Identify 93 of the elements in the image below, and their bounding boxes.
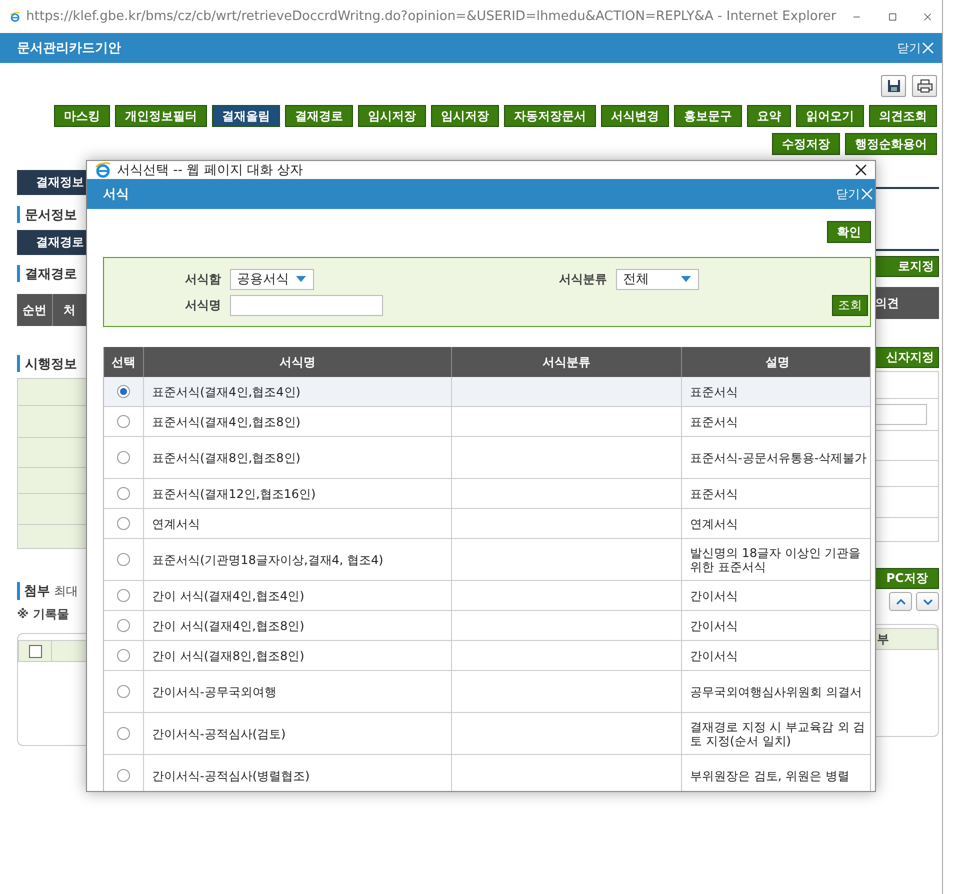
radio-button[interactable]: [117, 649, 130, 662]
browser-title: https://klef.gbe.kr/bms/cz/cb/wrt/retrieveDoccrdWritng.do?opinion=&USERID=lhmedu&ACTION=REPLY&A - Internet Explorer: [26, 9, 836, 24]
move-down-button[interactable]: [916, 592, 939, 611]
radio-button[interactable]: [117, 487, 130, 500]
field-label: 서식명: [185, 296, 222, 314]
radio-button[interactable]: [117, 451, 130, 464]
table-cell: 표준서식: [690, 384, 738, 398]
dialog-heading: 서식: [103, 186, 129, 203]
column-header: 부: [877, 630, 889, 648]
table-cell: 간이 서식(결재4인,협조8인): [152, 618, 304, 632]
move-up-button[interactable]: [889, 592, 912, 611]
column-header: 순번: [17, 294, 52, 326]
table-cell: 표준서식(기관명18글자이상,결재4, 협조4): [152, 552, 384, 566]
dialog-title: 서식선택 -- 웹 페이지 대화 상자: [117, 162, 304, 179]
table-cell: 표준서식: [690, 414, 738, 428]
chevron-up-icon: [896, 598, 906, 604]
panel-tab[interactable]: 결재정보: [17, 170, 86, 195]
table-cell: 간이서식: [690, 648, 738, 662]
table-cell: 간이서식-공적심사(검토): [152, 726, 286, 740]
close-icon: [861, 188, 873, 200]
toolbar-button[interactable]: 행정순화용어: [845, 133, 937, 155]
form-name-field[interactable]: [230, 294, 383, 316]
toolbar-button[interactable]: 결재올림: [212, 105, 280, 127]
search-button[interactable]: 조회: [832, 294, 868, 316]
field-label: 서식분류: [559, 270, 608, 288]
column-header: 선택: [110, 354, 136, 370]
table-cell: 연계서식: [690, 516, 738, 530]
printer-icon: [916, 79, 932, 93]
table-cell-text: 발신명의 18글자 이상인 기관을 위한 표준서식: [690, 546, 862, 574]
radio-button[interactable]: [117, 727, 130, 740]
radio-button[interactable]: [117, 685, 130, 698]
chevron-down-icon: [922, 598, 932, 604]
field-label: 서식함: [185, 270, 222, 288]
radio-button[interactable]: [117, 589, 130, 602]
radio-button[interactable]: [117, 619, 130, 632]
category-select[interactable]: 전체: [616, 268, 699, 290]
table-cell: 표준서식(결재12인,협조16인): [152, 486, 316, 500]
toolbar-button[interactable]: 임시저장: [431, 105, 499, 127]
table-cell: 연계서식: [152, 516, 200, 530]
attachment-note: 최대: [54, 583, 78, 600]
toolbar-button[interactable]: 수정저장: [772, 133, 840, 155]
radio-button[interactable]: [117, 415, 130, 428]
close-icon: [922, 42, 934, 54]
confirm-button[interactable]: 확인: [827, 221, 871, 243]
radio-button[interactable]: [117, 517, 130, 530]
toolbar-button[interactable]: 홍보문구: [674, 105, 742, 127]
table-cell: 표준서식(결재4인,협조4인): [152, 384, 300, 398]
table-cell: 간이서식: [690, 618, 738, 632]
table-cell: 표준서식-공문서유통용-삭제불가: [690, 450, 867, 464]
table-cell: 간이 서식(결재8인,협조8인): [152, 648, 304, 662]
record-note: ※ 기록물: [17, 606, 69, 623]
panel-tab[interactable]: 결재경로: [17, 230, 86, 255]
browser-logo-icon: [95, 162, 111, 178]
dropdown-caret-icon: [680, 275, 692, 283]
input-field[interactable]: [875, 404, 927, 425]
toolbar-button[interactable]: 의견조회: [869, 105, 937, 127]
table-cell: 공무국외여행심사위원회 의결서: [690, 684, 862, 698]
toolbar-button[interactable]: 서식변경: [601, 105, 669, 127]
table-cell: 표준서식(결재4인,협조8인): [152, 414, 300, 428]
print-button[interactable]: [912, 75, 937, 97]
table-cell: 간이서식: [690, 588, 738, 602]
table-cell: 부위원장은 검토, 위원은 병렬: [690, 768, 850, 782]
save-button[interactable]: [881, 75, 906, 97]
close-button[interactable]: [853, 162, 869, 178]
close-link[interactable]: 닫기: [897, 40, 934, 56]
column-header: 의견: [875, 294, 900, 312]
table-cell: 간이서식-공무국외여행: [152, 684, 276, 698]
toolbar-button[interactable]: 요약: [747, 105, 791, 127]
section-title: 첨부: [17, 582, 50, 600]
toolbar-button[interactable]: 결재경로: [285, 105, 353, 127]
radio-button[interactable]: [117, 769, 130, 782]
toolbar-button[interactable]: 개인정보필터: [115, 105, 207, 127]
close-link[interactable]: 닫기: [836, 186, 873, 202]
close-icon: [855, 164, 867, 176]
column-header: 처: [62, 302, 76, 318]
toolbar-button[interactable]: 자동저장문서: [504, 105, 596, 127]
select-all-checkbox[interactable]: [28, 644, 42, 658]
app-title: 문서관리카드기안: [17, 40, 121, 57]
radio-button[interactable]: [117, 553, 130, 566]
route-button[interactable]: 로지정: [875, 256, 939, 277]
recipient-button[interactable]: 신자지정: [875, 347, 939, 368]
table-cell: 표준서식: [690, 486, 738, 500]
radio-button[interactable]: [117, 385, 130, 398]
table-cell-text: 결재경로 지정 시 부교육감 외 검토 지정(순서 일치): [690, 720, 866, 748]
dropdown-caret-icon: [295, 275, 307, 283]
table-cell: 간이 서식(결재4인,협조4인): [152, 588, 304, 602]
table-cell: 간이서식-공적심사(병렬협조): [152, 768, 310, 782]
pc-save-button[interactable]: PC저장: [875, 568, 939, 589]
toolbar-button[interactable]: 마스킹: [54, 105, 110, 127]
table-cell: 표준서식(결재8인,협조8인): [152, 450, 300, 464]
toolbar-button[interactable]: 읽어오기: [796, 105, 864, 127]
toolbar-button[interactable]: 임시저장: [358, 105, 426, 127]
form-box-select[interactable]: 공용서식: [230, 268, 314, 290]
